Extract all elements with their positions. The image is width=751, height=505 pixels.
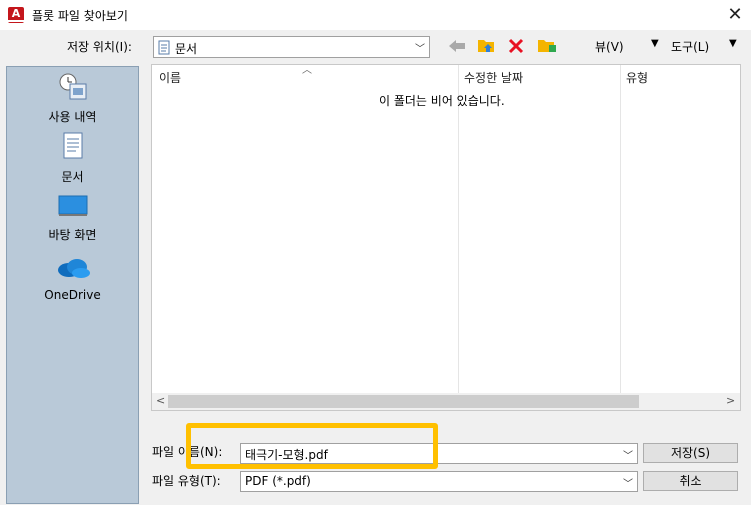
place-label: 사용 내역 — [48, 110, 97, 124]
scrollbar-thumb[interactable] — [168, 395, 639, 408]
document-icon — [158, 40, 170, 55]
save-button[interactable]: 저장(S) — [643, 443, 738, 463]
save-in-label: 저장 위치(I): — [67, 40, 132, 54]
filetype-value: PDF (*.pdf) — [245, 474, 311, 488]
place-desktop[interactable]: 바탕 화면 — [7, 193, 138, 243]
highlight-box — [186, 423, 438, 469]
column-divider — [620, 65, 621, 393]
chevron-down-icon: ﹀ — [415, 44, 425, 55]
sort-up-icon: ︿ — [302, 65, 312, 76]
scroll-left-icon[interactable]: < — [156, 394, 165, 407]
tools-menu[interactable]: 도구(L) — [671, 38, 709, 55]
place-onedrive[interactable]: OneDrive — [7, 255, 138, 302]
window-title: 플롯 파일 찾아보기 — [32, 9, 128, 23]
autocad-app-icon: A — [8, 7, 24, 23]
column-header-name[interactable]: 이름 — [159, 69, 181, 86]
column-divider — [458, 65, 459, 393]
app-icon-letter: A — [11, 7, 21, 20]
chevron-down-icon[interactable]: ﹀ — [623, 447, 633, 462]
filetype-label: 파일 유형(T): — [152, 474, 221, 488]
file-list[interactable]: 이름 ︿ 수정한 날짜 유형 이 폴더는 비어 있습니다. < > — [151, 64, 741, 411]
place-label: 문서 — [61, 170, 84, 184]
title-bar: A 플롯 파일 찾아보기 ✕ — [0, 0, 751, 30]
close-icon[interactable]: ✕ — [722, 2, 748, 28]
up-folder-icon[interactable] — [477, 36, 497, 54]
scroll-right-icon[interactable]: > — [726, 394, 735, 407]
desktop-icon — [58, 195, 87, 216]
column-header-type[interactable]: 유형 — [626, 69, 648, 86]
column-header-modified[interactable]: 수정한 날짜 — [464, 69, 523, 86]
back-arrow-icon[interactable] — [447, 38, 467, 54]
views-dropdown-icon[interactable]: ▼ — [651, 38, 659, 49]
empty-folder-message: 이 폴더는 비어 있습니다. — [379, 94, 505, 108]
history-icon — [59, 73, 86, 100]
places-bar: 사용 내역 문서 바탕 화면 OneDrive — [6, 66, 139, 504]
save-in-dropdown[interactable]: 문서 ﹀ — [153, 36, 430, 58]
new-folder-icon[interactable] — [537, 36, 557, 54]
views-menu[interactable]: 뷰(V) — [595, 38, 624, 55]
tools-dropdown-icon[interactable]: ▼ — [729, 38, 737, 49]
documents-icon — [63, 132, 82, 159]
horizontal-scrollbar[interactable]: < > — [152, 393, 740, 410]
cancel-button[interactable]: 취소 — [643, 471, 738, 491]
place-label: 바탕 화면 — [48, 228, 97, 242]
save-in-value: 문서 — [175, 42, 198, 56]
place-label: OneDrive — [44, 288, 101, 302]
onedrive-icon — [57, 259, 90, 278]
place-history[interactable]: 사용 내역 — [7, 71, 138, 125]
delete-icon[interactable] — [508, 38, 524, 54]
filetype-dropdown[interactable]: PDF (*.pdf) ﹀ — [240, 471, 638, 492]
place-documents[interactable]: 문서 — [7, 131, 138, 185]
chevron-down-icon[interactable]: ﹀ — [623, 475, 633, 490]
